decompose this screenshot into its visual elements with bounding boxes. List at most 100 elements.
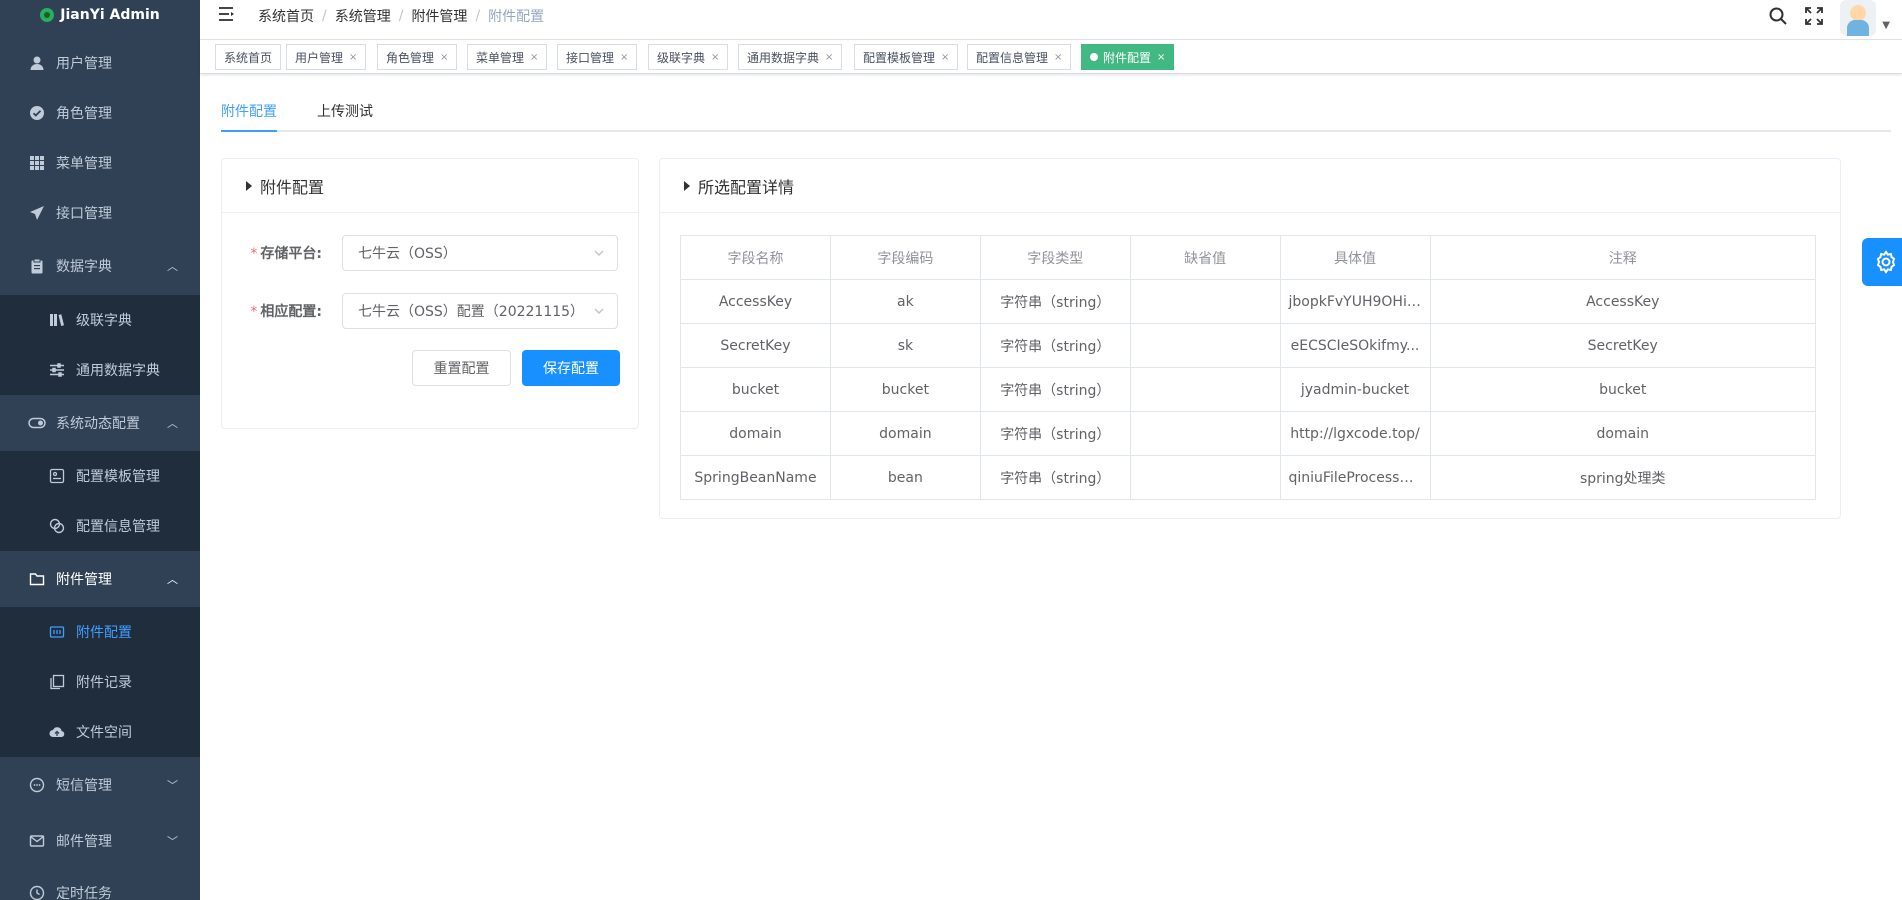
tag-config-templates[interactable]: 配置模板管理 × (854, 44, 959, 70)
sidebar-item-label: 菜单管理 (56, 156, 112, 172)
sidebar-item-cascade-dict[interactable]: 级联字典 (0, 295, 200, 345)
navbar: 系统首页 / 系统管理 / 附件管理 / 附件配置 ▼ (200, 0, 1902, 40)
breadcrumb-home[interactable]: 系统首页 (258, 6, 314, 26)
column-header: 缺省值 (1129, 235, 1281, 280)
tag-apis[interactable]: 接口管理 × (557, 44, 638, 70)
sidebar-item-menus[interactable]: 菜单管理 (0, 138, 200, 188)
hamburger-icon[interactable] (218, 6, 238, 24)
table-cell: AccessKey (680, 279, 831, 324)
column-header: 注释 (1429, 235, 1816, 280)
close-icon[interactable]: × (530, 52, 538, 63)
sidebar-item-dictionary[interactable]: 数据字典 ︿ (0, 241, 200, 291)
reset-config-label: 重置配置 (433, 361, 490, 377)
table-row: bucket bucket 字符串（string） jyadmin-bucket… (680, 367, 1816, 412)
sidebar-item-file-space[interactable]: 文件空间 (0, 707, 200, 757)
attachment-config-card: 附件配置 * 存储平台: 七牛云（OSS） * 相应配置: 七牛云（OSS）配置（2… (221, 158, 639, 429)
breadcrumb-separator: / (322, 8, 327, 24)
settings-button[interactable] (1862, 238, 1902, 286)
sidebar-item-scheduled-tasks[interactable]: 定时任务 (0, 868, 200, 900)
tag-users[interactable]: 用户管理 × (286, 44, 367, 70)
card-header[interactable]: 所选配置详情 (660, 159, 1840, 213)
sidebar-item-label: 接口管理 (56, 206, 112, 222)
tag-label: 菜单管理 (476, 50, 525, 65)
mail-icon (28, 832, 46, 850)
table-cell: 字符串（string） (979, 367, 1131, 412)
tag-label: 配置信息管理 (976, 50, 1049, 65)
tags-view: 系统首页 用户管理 × 角色管理 × 菜单管理 × 接口管理 × 级联字典 × 通用数据字… (200, 40, 1902, 74)
sidebar-item-common-dict[interactable]: 通用数据字典 (0, 345, 200, 395)
chevron-down-icon (594, 250, 604, 256)
related-config-select[interactable]: 七牛云（OSS）配置（20221115） (342, 293, 618, 329)
search-icon[interactable] (1768, 6, 1788, 30)
sidebar-item-users[interactable]: 用户管理 (0, 38, 200, 88)
table-row: SecretKey sk 字符串（string） eECSCIeSOkifmy.… (680, 323, 1816, 368)
tab-upload-test[interactable]: 上传测试 (317, 92, 373, 132)
close-icon[interactable]: × (941, 52, 949, 63)
tab-attachment-config[interactable]: 附件配置 (221, 92, 277, 132)
caret-right-icon (684, 180, 690, 191)
tag-roles[interactable]: 角色管理 × (377, 44, 458, 70)
table-cell: bucket (680, 367, 831, 412)
table-cell: SecretKey (1429, 323, 1816, 368)
close-icon[interactable]: × (440, 52, 448, 63)
tag-common-dict[interactable]: 通用数据字典 × (738, 44, 843, 70)
table-cell: domain (680, 411, 831, 456)
table-cell (1129, 411, 1281, 456)
table-row: AccessKey ak 字符串（string） jbopkFvYUH9OHif… (680, 279, 1816, 324)
sidebar-item-config-info[interactable]: 配置信息管理 (0, 501, 200, 551)
breadcrumb-system[interactable]: 系统管理 (335, 6, 391, 26)
send-icon (28, 204, 46, 222)
reset-config-button[interactable]: 重置配置 (412, 350, 511, 386)
table-cell: spring处理类 (1429, 455, 1816, 500)
sidebar-item-roles[interactable]: 角色管理 (0, 88, 200, 138)
clock-icon (28, 884, 46, 900)
breadcrumb-attachments[interactable]: 附件管理 (411, 6, 467, 26)
close-icon[interactable]: × (1054, 52, 1062, 63)
storage-platform-select[interactable]: 七牛云（OSS） (342, 235, 618, 271)
close-icon[interactable]: × (711, 52, 719, 63)
sidebar-item-sms[interactable]: 短信管理 ﹀ (0, 760, 200, 810)
tag-label: 通用数据字典 (747, 50, 820, 65)
caret-down-icon[interactable]: ▼ (1882, 20, 1890, 31)
related-config-row: * 相应配置: 七牛云（OSS）配置（20221115） (222, 293, 618, 329)
logo-icon (40, 8, 55, 22)
save-config-button[interactable]: 保存配置 (522, 350, 620, 386)
sidebar-item-dynamic-config[interactable]: 系统动态配置 ︿ (0, 398, 200, 448)
table-cell: domain (1429, 411, 1816, 456)
sidebar-item-attachment-config[interactable]: 附件配置 (0, 607, 200, 657)
app-logo[interactable]: JianYi Admin (0, 0, 200, 30)
tag-menus[interactable]: 菜单管理 × (467, 44, 548, 70)
storage-platform-row: * 存储平台: 七牛云（OSS） (222, 235, 618, 271)
close-icon[interactable]: × (1157, 52, 1165, 63)
table-cell: SpringBeanName (680, 455, 831, 500)
sidebar-item-attachments[interactable]: 附件管理 ︿ (0, 554, 200, 604)
related-config-label: * 相应配置: (222, 301, 342, 321)
tag-attachment-config[interactable]: 附件配置 × (1081, 44, 1175, 70)
table-cell: AccessKey (1429, 279, 1816, 324)
close-icon[interactable]: × (349, 52, 357, 63)
sidebar-item-label: 级联字典 (76, 313, 132, 329)
fullscreen-icon[interactable] (1804, 6, 1824, 30)
close-icon[interactable]: × (825, 52, 833, 63)
tag-config-info[interactable]: 配置信息管理 × (967, 44, 1072, 70)
close-icon[interactable]: × (620, 52, 628, 63)
chevron-down-icon: ﹀ (167, 835, 178, 848)
table-cell: 字符串（string） (979, 279, 1131, 324)
sidebar-item-attachment-records[interactable]: 附件记录 (0, 657, 200, 707)
avatar[interactable] (1840, 0, 1877, 36)
sidebar-item-mail[interactable]: 邮件管理 ﹀ (0, 816, 200, 866)
breadcrumb: 系统首页 / 系统管理 / 附件管理 / 附件配置 (258, 6, 544, 26)
table-cell (1129, 323, 1281, 368)
card-header[interactable]: 附件配置 (222, 159, 638, 213)
cloud-upload-icon (48, 723, 66, 741)
table-cell: 字符串（string） (979, 411, 1131, 456)
tag-cascade-dict[interactable]: 级联字典 × (648, 44, 729, 70)
tag-label: 级联字典 (657, 50, 706, 65)
chevron-up-icon: ︿ (167, 573, 178, 586)
table-header-row: 字段名称 字段编码 字段类型 缺省值 具体值 注释 (680, 235, 1816, 280)
sidebar-item-config-templates[interactable]: 配置模板管理 (0, 451, 200, 501)
chevron-down-icon: ﹀ (167, 779, 178, 792)
sidebar-item-apis[interactable]: 接口管理 (0, 188, 200, 238)
table-cell: qiniuFileProcessH... (1279, 455, 1431, 500)
tag-home[interactable]: 系统首页 (215, 44, 282, 70)
